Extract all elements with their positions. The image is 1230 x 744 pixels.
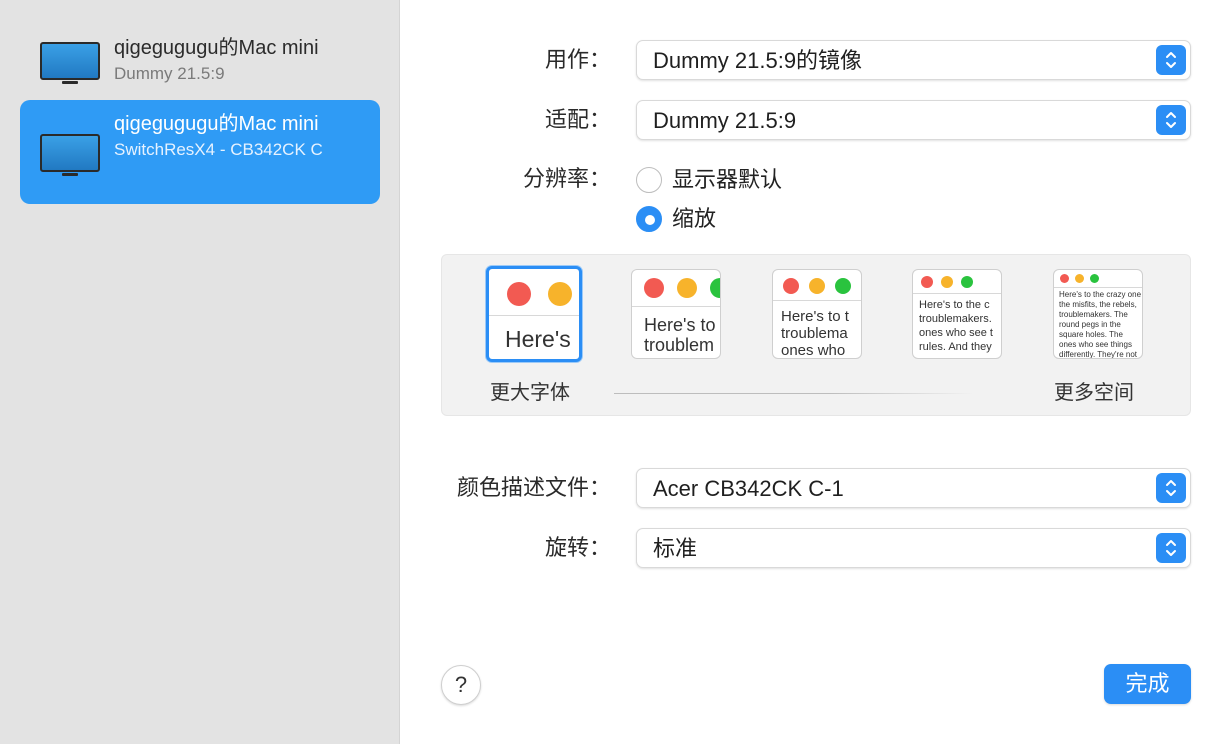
scale-slider-track (614, 393, 974, 394)
use-as-popup[interactable]: Dummy 21.5:9的镜像 (636, 40, 1191, 80)
green-dot-icon (1090, 274, 1099, 283)
scale-preview-text: Here's to the crazy one the misfits, the… (1059, 290, 1142, 359)
popup-stepper-icon (1156, 473, 1186, 503)
red-dot-icon (507, 282, 531, 306)
optimize-label: 适配： (544, 107, 611, 132)
display-subtitle: SwitchResX4 - CB342CK C (114, 140, 323, 159)
help-button[interactable]: ? (441, 665, 481, 705)
scale-option-4[interactable]: Here's to the c troublemakers. ones who … (912, 269, 1002, 359)
display-name: qigegugugu的Mac mini (114, 37, 319, 59)
optimize-popup[interactable]: Dummy 21.5:9 (636, 100, 1191, 140)
scale-preview-text: Here's (505, 326, 571, 352)
color-profile-label: 颜色描述文件： (456, 475, 611, 500)
color-profile-popup[interactable]: Acer CB342CK C-1 (636, 468, 1191, 508)
resolution-label: 分辨率： (522, 166, 611, 191)
scale-option-1[interactable]: Here's (486, 266, 582, 362)
monitor-icon (40, 134, 100, 176)
scale-preview-text: Here's to t troublema ones who (781, 308, 849, 359)
larger-text-caption: 更大字体 (490, 382, 570, 404)
red-dot-icon (1060, 274, 1069, 283)
scale-option-5[interactable]: Here's to the crazy one the misfits, the… (1053, 269, 1143, 359)
radio-default-label: 显示器默认 (672, 167, 783, 192)
resolution-scaled-option[interactable]: 缩放 (636, 204, 716, 234)
display-settings-panel: 用作： Dummy 21.5:9的镜像 适配： Dummy 21.5:9 分辨率… (401, 0, 1230, 744)
scale-chooser: Here's Here's to troublem Here's to t tr… (441, 254, 1191, 416)
red-dot-icon (644, 278, 664, 298)
yellow-dot-icon (677, 278, 697, 298)
red-dot-icon (783, 278, 799, 294)
yellow-dot-icon (941, 276, 953, 288)
yellow-dot-icon (548, 282, 572, 306)
green-dot-icon (835, 278, 851, 294)
popup-stepper-icon (1156, 45, 1186, 75)
green-dot-icon (961, 276, 973, 288)
display-subtitle: Dummy 21.5:9 (114, 64, 225, 83)
more-space-caption: 更多空间 (1054, 382, 1134, 404)
display-item-switchresx[interactable]: qigegugugu的Mac mini SwitchResX4 - CB342C… (20, 100, 380, 204)
optimize-value: Dummy 21.5:9 (653, 108, 797, 133)
rotation-value: 标准 (653, 536, 698, 561)
monitor-icon (40, 42, 100, 84)
scale-preview-text: Here's to troublem (644, 315, 716, 355)
popup-stepper-icon (1156, 105, 1186, 135)
resolution-default-option[interactable]: 显示器默认 (636, 165, 782, 195)
rotation-label: 旋转： (544, 535, 611, 560)
color-profile-value: Acer CB342CK C-1 (653, 476, 844, 501)
done-button[interactable]: 完成 (1104, 664, 1191, 704)
display-sidebar: qigegugugu的Mac mini Dummy 21.5:9 qigegug… (0, 0, 400, 744)
radio-scaled-label: 缩放 (672, 206, 717, 231)
use-as-value: Dummy 21.5:9的镜像 (653, 48, 863, 73)
display-name: qigegugugu的Mac mini (114, 113, 319, 135)
scale-option-2[interactable]: Here's to troublem (631, 269, 721, 359)
yellow-dot-icon (1075, 274, 1084, 283)
radio-scaled[interactable] (636, 206, 662, 232)
rotation-popup[interactable]: 标准 (636, 528, 1191, 568)
radio-default[interactable] (636, 167, 662, 193)
scale-preview-text: Here's to the c troublemakers. ones who … (919, 299, 993, 353)
display-item-dummy[interactable]: qigegugugu的Mac mini Dummy 21.5:9 (20, 24, 380, 96)
popup-stepper-icon (1156, 533, 1186, 563)
green-dot-icon (710, 278, 720, 298)
yellow-dot-icon (809, 278, 825, 294)
red-dot-icon (921, 276, 933, 288)
use-as-label: 用作： (544, 47, 611, 72)
scale-option-3[interactable]: Here's to t troublema ones who (772, 269, 862, 359)
